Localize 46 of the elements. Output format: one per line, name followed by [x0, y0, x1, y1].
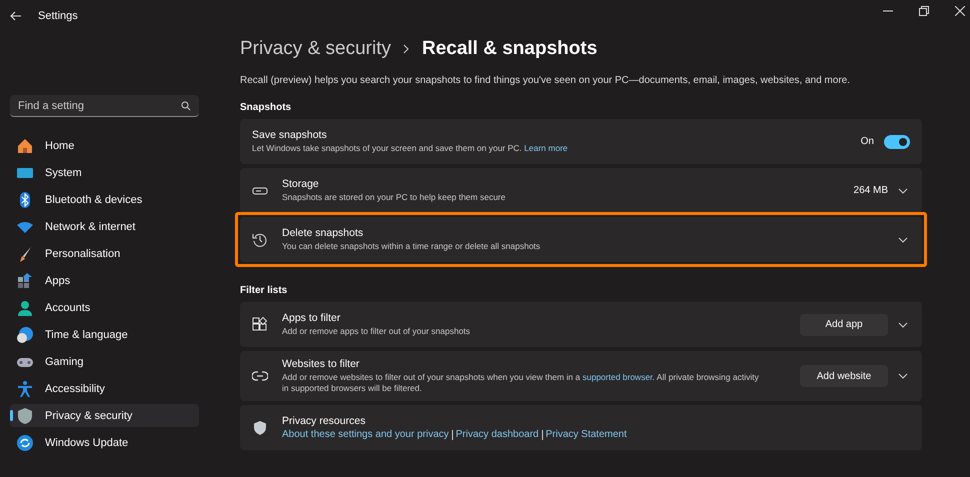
sidebar-item[interactable]: Windows Update [10, 431, 199, 454]
sidebar-item[interactable]: System [10, 161, 199, 184]
link[interactable]: Learn more [524, 142, 568, 153]
window-title: Settings [38, 10, 78, 22]
sidebar-item[interactable]: Gaming [10, 350, 199, 373]
sidebar-item[interactable]: Accessibility [10, 377, 199, 400]
card-title: Websites to filter [282, 358, 360, 370]
add-button[interactable]: Add app [800, 314, 888, 336]
link[interactable]: Privacy Statement [546, 429, 627, 440]
sidebar-item[interactable]: Apps [10, 269, 199, 292]
settings-card[interactable]: Delete snapshots You can delete snapshots within a time range or delete all snapshots [240, 217, 922, 262]
toggle-label: On [860, 136, 874, 147]
link[interactable]: About these settings and your privacy [282, 429, 449, 440]
card-description: Add or remove apps to filter out of your snapshots [282, 326, 472, 338]
page-title: Recall & snapshots [422, 38, 598, 60]
section-heading: Filter lists [240, 285, 288, 296]
card-title: Storage [282, 178, 320, 190]
settings-card[interactable]: Privacy resources About these settings and your privacy Privacy dashboard Privacy Statement [240, 405, 922, 450]
card-title: Delete snapshots [282, 226, 364, 239]
settings-card[interactable]: Save snapshots Let Windows take snapshots of your screen and save them on your PC. Learn more On [240, 119, 922, 164]
link[interactable]: supported browser [582, 372, 652, 382]
link[interactable]: Privacy dashboard [456, 429, 539, 440]
card-description: Let Windows take snapshots of your screen and save them on your PC. Learn more [252, 142, 569, 154]
sidebar-item[interactable]: Time & language [10, 323, 199, 346]
search-field[interactable]: Find a setting [18, 95, 181, 116]
sidebar-item[interactable]: Privacy & security [10, 404, 199, 427]
card-title: Privacy resources [282, 415, 366, 427]
sidebar-item[interactable]: Home [10, 134, 199, 157]
search-field[interactable]: Find a setting [10, 95, 199, 117]
sidebar-item[interactable]: Bluetooth & devices [10, 188, 199, 211]
sidebar-item[interactable]: Accounts [10, 296, 199, 319]
card-description: Snapshots are stored on your PC to help keep them secure [282, 192, 506, 204]
section-heading: Snapshots [240, 102, 292, 113]
sidebar-item[interactable]: Personalisation [10, 242, 199, 265]
intro-text: Recall (preview) helps you search your snapshots to find things you've seen on your PC—documents, email, images, websites, and more. [240, 75, 851, 86]
card-description: Add or remove websites to filter out of your snapshots when you view them in a supported browser. All private browsing activity in supported browsers will be filtered. [282, 372, 760, 394]
settings-card[interactable]: Storage Snapshots are stored on your PC to help keep them secure 264 MB [240, 168, 922, 213]
breadcrumb-link[interactable]: Privacy & security [240, 38, 391, 60]
value-text: 264 MB [854, 185, 888, 196]
add-button[interactable]: Add website [800, 365, 888, 387]
sidebar-item[interactable]: Network & internet [10, 215, 199, 238]
settings-card[interactable]: Websites to filter Add or remove websites to filter out of your snapshots when you view them in a supported browser. All private browsing activity in supported browsers will be filtered. Add website [240, 351, 922, 401]
card-title: Save snapshots [252, 128, 328, 141]
settings-card[interactable]: Apps to filter Add or remove apps to filter out of your snapshots Add app [240, 302, 922, 347]
card-title: Apps to filter [282, 312, 342, 324]
card-description: You can delete snapshots within a time range or delete all snapshots [282, 240, 542, 252]
